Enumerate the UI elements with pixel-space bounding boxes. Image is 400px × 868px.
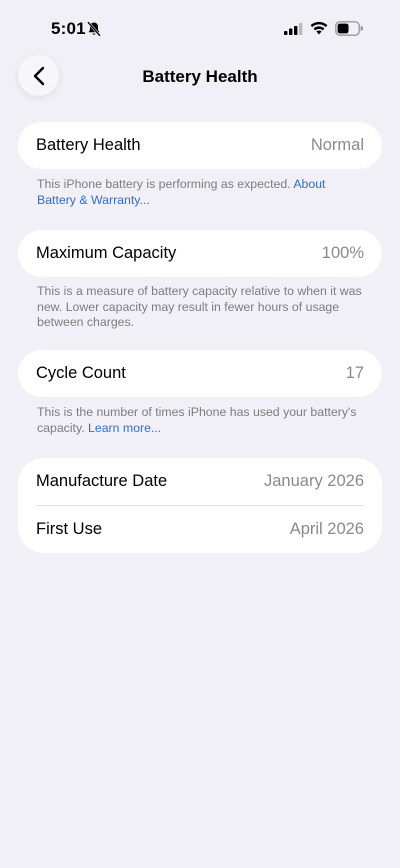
status-time: 5:01 xyxy=(51,19,86,38)
maximum-capacity-footnote: This is a measure of battery capacity re… xyxy=(37,284,362,329)
battery-health-note: This iPhone battery is performing as exp… xyxy=(37,177,294,191)
manufacture-date-value: January 2026 xyxy=(264,472,364,490)
cycle-count-label: Cycle Count xyxy=(36,364,126,382)
first-use-row: First Use April 2026 xyxy=(18,506,382,553)
battery-health-card: Battery Health Normal xyxy=(18,122,382,169)
battery-health-footnote: This iPhone battery is performing as exp… xyxy=(37,177,367,208)
first-use-label: First Use xyxy=(36,520,102,538)
maximum-capacity-card: Maximum Capacity 100% xyxy=(18,230,382,277)
signal-icon xyxy=(284,23,303,35)
cycle-count-row: Cycle Count 17 xyxy=(18,350,382,397)
cycle-count-note: This is the number of times iPhone has u… xyxy=(37,405,357,435)
manufacture-date-label: Manufacture Date xyxy=(36,472,168,490)
battery-icon xyxy=(335,21,363,36)
status-bar: 5:01 xyxy=(0,0,400,54)
manufacture-date-row: Manufacture Date January 2026 xyxy=(18,458,382,505)
bell-slash-icon xyxy=(87,21,101,37)
cycle-count-footnote: This is the number of times iPhone has u… xyxy=(37,405,367,436)
dates-card: Manufacture Date January 2026 First Use … xyxy=(18,458,382,553)
learn-more-link[interactable]: Learn more... xyxy=(88,421,161,435)
maximum-capacity-value: 100% xyxy=(321,244,364,262)
maximum-capacity-row: Maximum Capacity 100% xyxy=(18,230,382,277)
cycle-count-card: Cycle Count 17 xyxy=(18,350,382,397)
battery-health-value: Normal xyxy=(310,136,364,154)
battery-health-row: Battery Health Normal xyxy=(18,122,382,169)
cycle-count-value: 17 xyxy=(345,364,364,382)
page-title: Battery Health xyxy=(142,67,258,86)
battery-health-label: Battery Health xyxy=(36,136,141,154)
wifi-icon xyxy=(310,21,328,35)
maximum-capacity-label: Maximum Capacity xyxy=(36,244,177,262)
first-use-value: April 2026 xyxy=(289,520,364,538)
